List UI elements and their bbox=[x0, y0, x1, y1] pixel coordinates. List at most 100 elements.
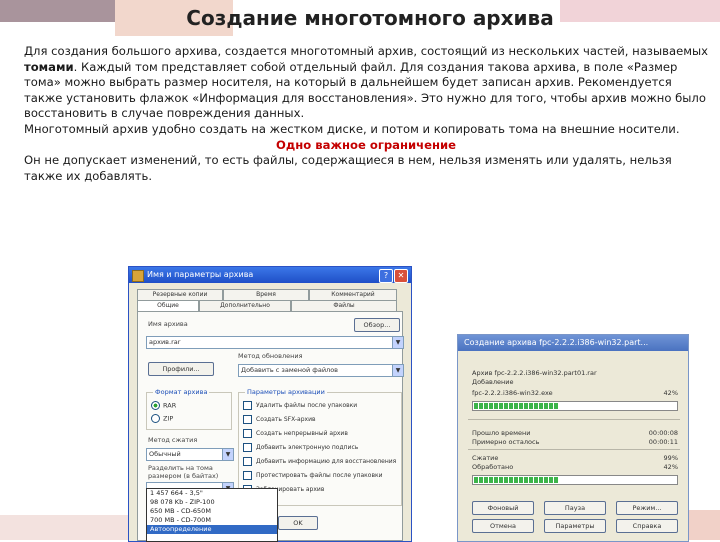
update-mode-label: Метод обновления bbox=[238, 352, 303, 360]
browse-button[interactable]: Обзор... bbox=[354, 318, 400, 332]
update-mode-value: Добавить с заменой файлов bbox=[241, 366, 339, 374]
decor-bar bbox=[560, 0, 720, 22]
compression-label: Метод сжатия bbox=[148, 436, 198, 444]
profiles-button[interactable]: Профили... bbox=[148, 362, 214, 376]
processed-row: Обработано 42% bbox=[472, 463, 678, 472]
ratio-label: Сжатие bbox=[472, 454, 499, 462]
pause-button[interactable]: Пауза bbox=[544, 501, 606, 515]
radio-label: ZIP bbox=[163, 414, 174, 423]
cancel-button[interactable]: Отмена bbox=[472, 519, 534, 533]
ratio-value: 99% bbox=[663, 454, 678, 462]
radio-dot[interactable] bbox=[151, 401, 160, 410]
help-button[interactable]: Справка bbox=[616, 519, 678, 533]
radio-label: RAR bbox=[163, 401, 177, 410]
separator bbox=[468, 419, 680, 420]
remaining-row: Примерно осталось 00:00:11 bbox=[472, 438, 678, 447]
elapsed-label: Прошло времени bbox=[472, 429, 531, 437]
slide-title: Создание многотомного архива bbox=[186, 6, 554, 30]
separator bbox=[468, 449, 680, 450]
progress-titlebar: Создание архива fpc-2.2.2.i386-win32.par… bbox=[458, 335, 688, 351]
option-label: Удалить файлы после упаковки bbox=[256, 402, 358, 409]
processed-value: 42% bbox=[663, 463, 678, 471]
archive-line: Архив fpc-2.2.2.i386-win32.part01.rar bbox=[472, 369, 597, 377]
radio-zip[interactable]: ZIP bbox=[151, 414, 173, 423]
dropdown-option[interactable]: 700 MB - CD-700M bbox=[147, 516, 277, 525]
dropdown-option-selected[interactable]: Автоопределение bbox=[147, 525, 277, 534]
adding-label: Добавление bbox=[472, 378, 514, 386]
file-percent: 42% bbox=[663, 389, 678, 397]
text-span: . Каждый том представляет собой отдельны… bbox=[24, 59, 706, 121]
compression-value: Обычный bbox=[149, 450, 181, 458]
background-button[interactable]: Фоновый bbox=[472, 501, 534, 515]
slide-body: Для создания большого архива, создается … bbox=[24, 44, 708, 184]
ok-button[interactable]: OK bbox=[278, 516, 318, 530]
progress-title: Создание архива fpc-2.2.2.i386-win32.par… bbox=[464, 338, 649, 347]
dialog-tabs: Резервные копии Время Комментарий Общие … bbox=[135, 287, 405, 312]
dialog-title: Имя и параметры архива bbox=[147, 270, 254, 279]
radio-rar[interactable]: RAR bbox=[151, 401, 176, 410]
help-icon[interactable]: ? bbox=[379, 269, 393, 283]
mode-button[interactable]: Режим... bbox=[616, 501, 678, 515]
dialog-titlebar: Имя и параметры архива ? ✕ bbox=[129, 267, 411, 283]
option-delete-after[interactable]: Удалить файлы после упаковки bbox=[243, 401, 393, 411]
file-progress-bar bbox=[472, 401, 678, 411]
option-label: Протестировать файлы после упаковки bbox=[256, 472, 383, 479]
archive-options-title: Параметры архивации bbox=[245, 388, 327, 396]
text-span: Для создания большого архива, создается … bbox=[24, 44, 708, 58]
checkbox[interactable] bbox=[243, 457, 252, 466]
decor-bar bbox=[684, 510, 720, 540]
archiving-progress-dialog: Создание архива fpc-2.2.2.i386-win32.par… bbox=[457, 334, 689, 542]
update-mode-select[interactable]: Добавить с заменой файлов ▼ bbox=[238, 364, 404, 377]
radio-dot[interactable] bbox=[151, 414, 160, 423]
archive-name-input[interactable]: архив.rar ▼ bbox=[146, 336, 404, 349]
option-signature[interactable]: Добавить электронную подпись bbox=[243, 443, 393, 453]
archive-format-title: Формат архива bbox=[153, 388, 210, 396]
close-icon[interactable]: ✕ bbox=[394, 269, 408, 283]
elapsed-value: 00:00:08 bbox=[648, 429, 678, 437]
elapsed-row: Прошло времени 00:00:08 bbox=[472, 429, 678, 438]
volume-size-dropdown: 1 457 664 - 3,5" 98 078 Kb - ZIP-100 650… bbox=[146, 488, 278, 542]
checkbox[interactable] bbox=[243, 415, 252, 424]
chevron-down-icon[interactable]: ▼ bbox=[392, 365, 403, 376]
total-progress-bar bbox=[472, 475, 678, 485]
limitation-heading: Одно важное ограничение bbox=[276, 137, 456, 152]
checkbox[interactable] bbox=[243, 429, 252, 438]
file-progress-fill bbox=[474, 403, 558, 409]
total-progress-fill bbox=[474, 477, 558, 483]
bold-term: томами bbox=[24, 59, 74, 74]
option-test[interactable]: Протестировать файлы после упаковки bbox=[243, 471, 393, 481]
decor-bar bbox=[0, 515, 130, 540]
remaining-value: 00:00:11 bbox=[648, 438, 678, 446]
option-recovery[interactable]: Добавить информацию для восстановления bbox=[243, 457, 397, 467]
dropdown-option[interactable]: 98 078 Kb - ZIP-100 bbox=[147, 498, 277, 507]
chevron-down-icon[interactable]: ▼ bbox=[392, 337, 403, 348]
remaining-label: Примерно осталось bbox=[472, 438, 540, 446]
archive-format-group: Формат архива RAR ZIP bbox=[146, 388, 232, 430]
chevron-down-icon[interactable]: ▼ bbox=[222, 449, 233, 460]
dropdown-option[interactable]: 650 MB - CD-650M bbox=[147, 507, 277, 516]
archive-name-value: архив.rar bbox=[149, 338, 181, 346]
dropdown-option[interactable]: 1 457 664 - 3,5" bbox=[147, 489, 277, 498]
option-label: Добавить информацию для восстановления bbox=[256, 458, 397, 465]
option-label: Добавить электронную подпись bbox=[256, 444, 359, 451]
file-row: fpc-2.2.2.i386-win32.exe 42% bbox=[472, 389, 678, 398]
checkbox[interactable] bbox=[243, 401, 252, 410]
option-sfx[interactable]: Создать SFX-архив bbox=[243, 415, 393, 425]
winrar-icon bbox=[132, 270, 144, 282]
checkbox[interactable] bbox=[243, 443, 252, 452]
option-solid[interactable]: Создать непрерывный архив bbox=[243, 429, 393, 439]
file-name: fpc-2.2.2.i386-win32.exe bbox=[472, 389, 553, 397]
decor-bar bbox=[0, 0, 115, 22]
ratio-row: Сжатие 99% bbox=[472, 454, 678, 463]
paragraph-hdd: Многотомный архив удобно создать на жест… bbox=[24, 121, 680, 136]
paragraph-intro: Для создания большого архива, создается … bbox=[24, 44, 708, 122]
parameters-button[interactable]: Параметры bbox=[544, 519, 606, 533]
compression-select[interactable]: Обычный ▼ bbox=[146, 448, 234, 461]
option-label: Создать SFX-архив bbox=[256, 416, 316, 423]
archive-name-label: Имя архива bbox=[148, 320, 188, 328]
volume-size-label: Разделить на тома размером (в байтах) bbox=[148, 464, 219, 480]
checkbox[interactable] bbox=[243, 471, 252, 480]
processed-label: Обработано bbox=[472, 463, 514, 471]
option-label: Создать непрерывный архив bbox=[256, 430, 348, 437]
paragraph-limitation: Он не допускает изменений, то есть файлы… bbox=[24, 153, 672, 183]
